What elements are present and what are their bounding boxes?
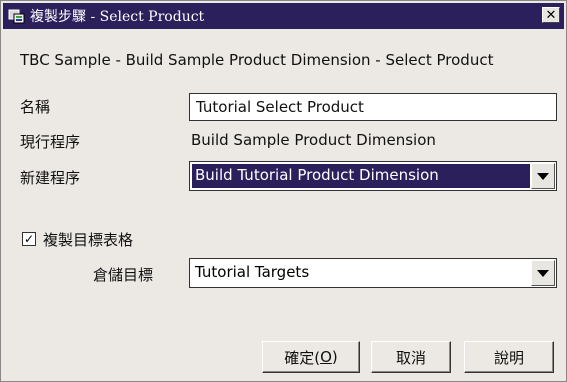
close-icon: ✕ [545, 8, 557, 23]
chevron-down-icon [537, 172, 549, 180]
chevron-down-icon [537, 269, 549, 277]
ok-button[interactable]: 確定(O) [262, 341, 360, 373]
checkmark-icon: ✓ [23, 232, 35, 246]
name-label: 名稱 [20, 98, 51, 116]
new-process-value: Build Tutorial Product Dimension [195, 166, 439, 184]
repository-target-dropdown[interactable]: Tutorial Targets [189, 258, 557, 288]
current-process-label: 現行程序 [20, 133, 81, 151]
repository-target-label: 倉儲目標 [93, 266, 154, 284]
title-bar[interactable]: 複製步驟 - Select Product ✕ [3, 3, 564, 29]
new-process-label: 新建程序 [20, 169, 81, 187]
current-process-value: Build Sample Product Dimension [191, 131, 436, 149]
dialog-window: 複製步驟 - Select Product ✕ TBC Sample - Bui… [0, 0, 567, 382]
repository-target-dropdown-button[interactable] [531, 260, 555, 286]
app-icon [8, 8, 26, 24]
cancel-button[interactable]: 取消 [371, 341, 451, 373]
copy-targets-label[interactable]: 複製目標表格 [43, 229, 133, 250]
step-path-subtitle: TBC Sample - Build Sample Product Dimens… [20, 51, 494, 69]
copy-targets-checkbox[interactable]: ✓ [22, 232, 36, 246]
close-button[interactable]: ✕ [542, 7, 560, 23]
window-title: 複製步驟 - Select Product [30, 9, 205, 25]
name-input[interactable] [189, 93, 557, 121]
help-button[interactable]: 說明 [464, 341, 554, 373]
new-process-dropdown-button[interactable] [531, 163, 555, 189]
repository-target-value: Tutorial Targets [195, 263, 310, 281]
new-process-dropdown[interactable]: Build Tutorial Product Dimension [189, 161, 557, 191]
